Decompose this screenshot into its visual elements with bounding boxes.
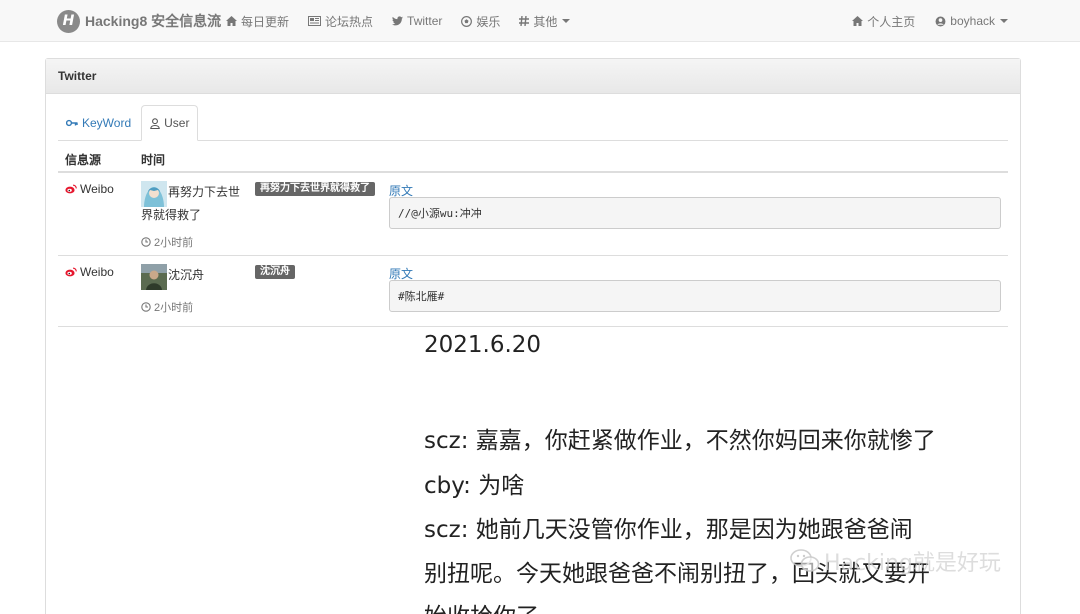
weibo-icon [65,267,77,277]
watermark: Hacking就是好玩 [790,545,1001,577]
nav-label: 其他 [533,14,558,29]
source-name: Weibo [80,265,114,279]
tab-user[interactable]: User [141,105,199,141]
watermark-text: Hacking就是好玩 [824,551,1001,576]
user-tag-badge: 再努力下去世界就得救了 [255,182,375,196]
time-text: 2小时前 [154,302,194,314]
top-navbar: H Hacking8 安全信息流 每日更新 论坛热点 Twitter 娱乐 其他… [0,0,1080,42]
column-header-time: 时间 [141,153,166,167]
nav-label: Twitter [407,14,443,28]
user-name[interactable]: 再努力下去世 [168,181,240,203]
chevron-down-icon [562,19,571,23]
brand-name: Hacking8 安全信息流 [85,13,222,29]
newspaper-icon [308,16,322,26]
user-icon [150,117,160,129]
clock-icon [141,237,151,247]
timestamp: 2小时前 [141,234,193,250]
table-row: Weibo 再努力下去世 界就得救了 2小时前 再努力下去世界就得救了 原文 /… [58,174,1008,256]
nav-twitter[interactable]: Twitter [392,14,442,28]
nav-other-dropdown[interactable]: 其他 [519,13,571,30]
source-name: Weibo [80,182,114,196]
article-line: scz: 嘉嘉，你赶紧做作业，不然你妈回来你就惨了 [424,428,936,454]
nav-label: 娱乐 [476,14,501,29]
weibo-icon [65,184,77,194]
clock-icon [141,302,151,312]
nav-label: 个人主页 [867,14,916,29]
user-avatar[interactable] [141,264,167,290]
user-tag-badge: 沈沉舟 [255,265,295,279]
home-icon [852,16,864,26]
nav-forum-hot[interactable]: 论坛热点 [308,13,373,30]
tab-bar: KeyWord User [58,105,1008,141]
hacking8-logo-icon: H [57,9,80,33]
article-line: scz: 她前几天没管你作业，那是因为她跟爸爸闹 [424,517,913,543]
key-icon [66,118,78,128]
nav-entertainment[interactable]: 娱乐 [461,13,500,30]
tab-label: KeyWord [82,115,132,130]
panel-title: Twitter [46,59,1020,94]
tab-label: User [164,116,190,130]
user-nav: 个人主页 boyhack [832,0,1008,42]
wechat-icon [790,548,820,574]
nav-label: 论坛热点 [325,14,374,29]
home-icon [226,16,237,26]
source-cell: Weibo [65,265,114,279]
user-name[interactable]: 沈沉舟 [168,264,204,286]
hashtag-icon [519,16,530,26]
main-nav: 每日更新 论坛热点 Twitter 娱乐 其他 [226,0,589,42]
user-name-wrap[interactable]: 界就得救了 [141,204,201,226]
article-line: 始收拾你了 [424,597,539,614]
article-line: cby: 为啥 [424,473,525,499]
table-header: 信息源 时间 [58,143,1008,173]
post-content: #陈北雁# [389,280,1001,312]
nav-username: boyhack [950,14,995,28]
user-menu-dropdown[interactable]: boyhack [935,14,1008,28]
soccer-ball-icon [461,15,473,27]
time-text: 2小时前 [154,237,194,249]
brand-link[interactable]: H Hacking8 安全信息流 [57,9,221,33]
source-cell: Weibo [65,182,114,196]
post-content: //@小源wu:冲冲 [389,197,1001,229]
nav-daily-updates[interactable]: 每日更新 [226,13,289,30]
twitter-icon [392,16,404,26]
nav-profile[interactable]: 个人主页 [852,13,915,30]
tab-keyword[interactable]: KeyWord [58,105,139,140]
chevron-down-icon [1000,19,1008,23]
nav-label: 每日更新 [241,14,290,29]
column-header-source: 信息源 [65,153,102,167]
table-row: Weibo 沈沉舟 2小时前 沈沉舟 原文 #陈北雁# [58,257,1008,327]
user-icon [935,16,946,27]
timestamp: 2小时前 [141,299,193,315]
article-date: 2021.6.20 [424,332,542,358]
